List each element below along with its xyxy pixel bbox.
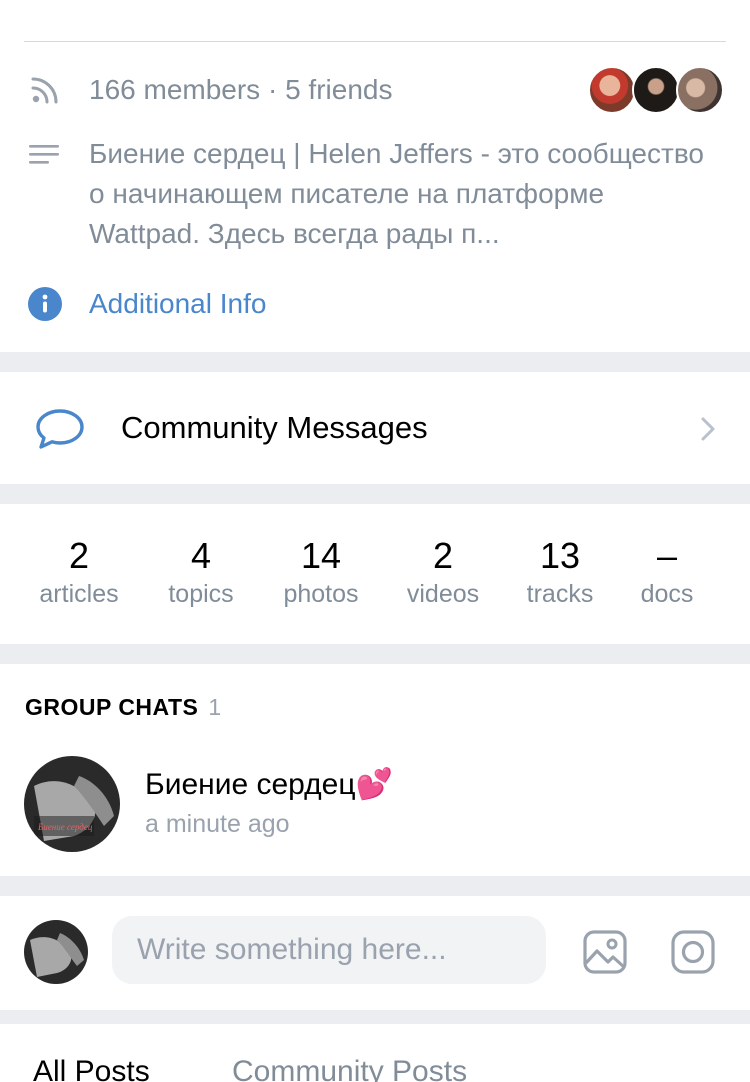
instagram-camera-icon[interactable] xyxy=(670,929,716,975)
additional-info-link[interactable]: Additional Info xyxy=(89,284,266,324)
additional-info-row[interactable]: Additional Info xyxy=(0,282,750,326)
chat-title: Биение сердец💕 xyxy=(145,768,393,801)
members-row[interactable]: 166 members · 5 friends xyxy=(0,66,750,114)
user-avatar xyxy=(24,920,88,984)
divider xyxy=(24,41,726,42)
members-count-text: 166 members · 5 friends xyxy=(89,74,393,105)
counter-docs[interactable]: – docs xyxy=(602,534,732,610)
group-chats-header: GROUP CHATS 1 xyxy=(25,692,222,722)
community-description: Биение сердец | Helen Jeffers - это сооб… xyxy=(89,138,704,249)
counter-value: 14 xyxy=(300,535,342,576)
counter-photos[interactable]: 14 photos xyxy=(256,534,386,610)
group-chats-count: 1 xyxy=(208,694,222,720)
chat-bubble-icon xyxy=(36,409,84,449)
counter-label: photos xyxy=(283,580,359,608)
lines-icon xyxy=(29,145,59,164)
chat-avatar: Биение сердец xyxy=(24,756,120,852)
photo-icon[interactable] xyxy=(582,929,628,975)
counter-value: – xyxy=(656,535,678,576)
community-messages-row[interactable]: Community Messages xyxy=(0,372,750,484)
friend-avatar xyxy=(676,66,724,114)
compose-input[interactable] xyxy=(112,916,546,984)
counter-label: docs xyxy=(640,580,694,608)
counter-label: topics xyxy=(168,580,234,608)
community-info-card: 166 members · 5 friends Биение сердец | … xyxy=(0,0,750,352)
user-avatar-image xyxy=(24,920,88,984)
group-chats-title: GROUP CHATS xyxy=(25,694,199,720)
chat-avatar-image: Биение сердец xyxy=(24,756,120,852)
counter-articles[interactable]: 2 articles xyxy=(14,534,144,610)
group-chats-card: GROUP CHATS 1 Биение сердец Биение сердец… xyxy=(0,664,750,876)
friend-avatar xyxy=(632,66,680,114)
counter-videos[interactable]: 2 videos xyxy=(378,534,508,610)
tab-community-posts[interactable]: Community Posts xyxy=(232,1052,467,1082)
chat-time: a minute ago xyxy=(145,810,290,838)
avatar-caption: Биение сердец xyxy=(37,822,93,832)
friends-avatars[interactable] xyxy=(588,66,724,114)
counters-card: 2 articles 4 topics 14 photos 2 videos 1… xyxy=(0,504,750,644)
tab-all-posts[interactable]: All Posts xyxy=(33,1052,150,1082)
counter-value: 2 xyxy=(68,535,90,576)
posts-tabs: All Posts Community Posts xyxy=(0,1024,750,1082)
community-messages-label: Community Messages xyxy=(121,410,428,445)
counter-value: 4 xyxy=(190,535,212,576)
compose-card xyxy=(0,896,750,1010)
counter-value: 2 xyxy=(432,535,454,576)
info-icon xyxy=(28,287,62,321)
counter-topics[interactable]: 4 topics xyxy=(136,534,266,610)
rss-icon xyxy=(31,77,58,104)
chevron-right-icon xyxy=(701,417,715,441)
friend-avatar xyxy=(588,66,636,114)
description-row[interactable]: Биение сердец | Helen Jeffers - это сооб… xyxy=(0,134,750,254)
counter-label: videos xyxy=(406,580,480,608)
counter-label: articles xyxy=(39,580,119,608)
